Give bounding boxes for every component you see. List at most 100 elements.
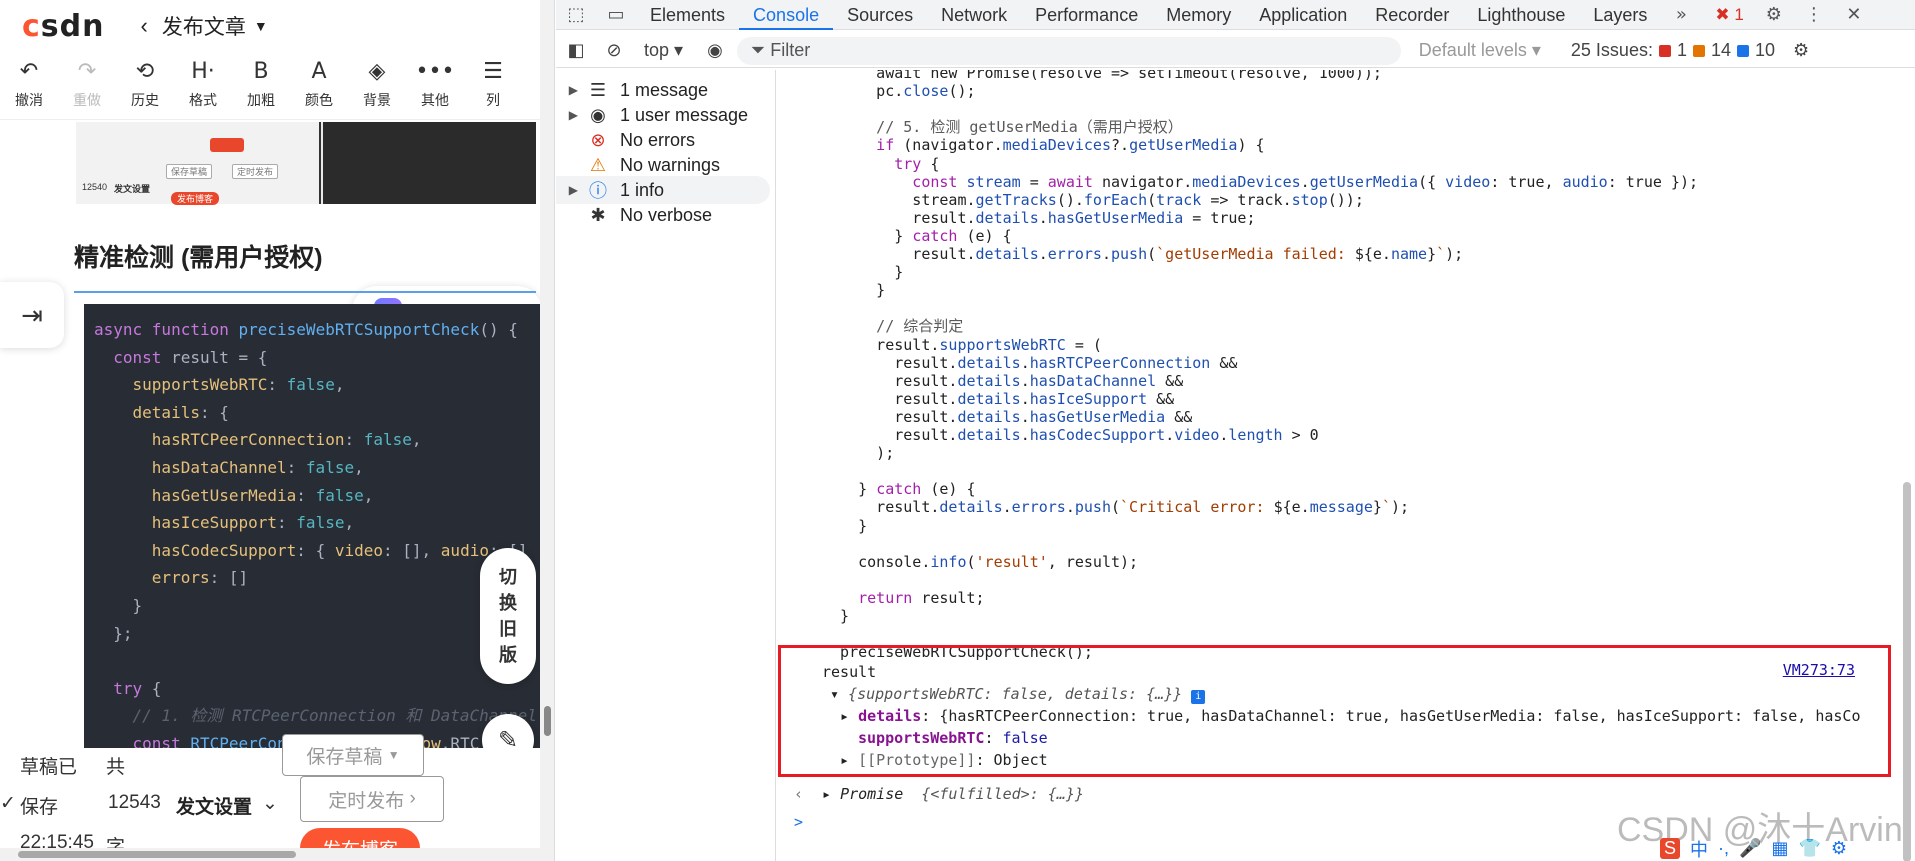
prototype-property[interactable]: ▸ [[Prototype]]: Object <box>840 751 1048 769</box>
console-scrollbar[interactable] <box>1899 70 1915 861</box>
console-settings-icon[interactable]: ⚙ <box>1793 40 1809 61</box>
ime-icon[interactable]: S <box>1660 838 1681 859</box>
object-summary[interactable]: ▾ {supportsWebRTC: false, details: {…}} … <box>830 685 1206 704</box>
ime-icon[interactable]: 👕 <box>1798 838 1820 859</box>
caret-down-icon[interactable]: ▼ <box>254 18 268 34</box>
kebab-menu-icon[interactable]: ⋮ <box>1794 4 1834 25</box>
bold-button[interactable]: B 加粗 <box>232 58 290 110</box>
save-draft-button[interactable]: 保存草稿 ▼ <box>282 734 424 776</box>
schedule-publish-button[interactable]: 定时发布 › <box>300 776 444 822</box>
code-token: navigator. <box>1101 172 1193 191</box>
code-token: : [] <box>209 568 249 588</box>
format-button[interactable]: H· 格式 <box>174 58 232 110</box>
code-token: hasDataChannel <box>1029 371 1157 390</box>
code-token: hasIceSupport <box>151 513 278 533</box>
code-token: track <box>1156 190 1202 209</box>
code-token: && <box>1210 353 1238 372</box>
tab-sources[interactable]: Sources <box>833 0 927 30</box>
tab-lighthouse[interactable]: Lighthouse <box>1463 0 1579 30</box>
code-token: result. <box>822 353 958 372</box>
clear-console-icon[interactable]: ⊘ <box>596 40 632 61</box>
device-toolbar-icon[interactable]: ▭ <box>596 4 636 25</box>
console-prompt[interactable]: > <box>794 813 803 831</box>
switch-old-char: 换 <box>499 593 517 613</box>
tab-performance[interactable]: Performance <box>1021 0 1152 30</box>
chevron-down-icon[interactable]: ⌄ <box>262 792 278 815</box>
sidebar-item-info[interactable]: ▶ ⓘ 1 info <box>556 176 770 204</box>
redo-button[interactable]: ↷ 重做 <box>58 58 116 110</box>
list-icon: ☰ <box>483 59 503 84</box>
ime-icon[interactable]: ▦ <box>1771 838 1788 859</box>
filter-input[interactable]: ⏷ Filter <box>736 36 1401 65</box>
context-selector[interactable]: top ▾ <box>644 40 683 61</box>
close-icon[interactable]: ✕ <box>1834 4 1874 25</box>
source-line: // 综合判定 <box>822 317 963 335</box>
sidebar-toggle-icon[interactable]: ◧ <box>556 40 596 61</box>
mini-schedule: 定时发布 <box>232 164 279 179</box>
sidebar-toggle-icon[interactable]: ⇥ <box>0 282 64 348</box>
issue-warning-icon <box>1692 44 1705 57</box>
code-token: catch <box>876 480 931 499</box>
tab-network[interactable]: Network <box>927 0 1021 30</box>
code-token: result; <box>921 588 985 607</box>
code-token: ); <box>1445 245 1464 263</box>
list-button[interactable]: ☰ 列 <box>464 58 522 110</box>
undo-button[interactable]: ↶ 撤消 <box>0 58 58 110</box>
code-token: => track. <box>1201 190 1292 209</box>
more-button[interactable]: ••• 其他 <box>406 58 464 110</box>
vertical-scrollbar[interactable] <box>540 0 554 861</box>
code-token: , result); <box>1047 552 1139 571</box>
issues-counter[interactable]: 25 Issues: 1 14 10 <box>1571 40 1775 61</box>
sidebar-item-warning[interactable]: ⚠ No warnings <box>556 151 770 179</box>
color-button[interactable]: A 颜色 <box>290 58 348 110</box>
background-button[interactable]: ◈ 背景 <box>348 58 406 110</box>
sidebar-item-bug[interactable]: ✱ No verbose <box>556 201 770 229</box>
format-label: 格式 <box>189 92 217 108</box>
ime-icon[interactable]: 🎤 <box>1739 838 1761 859</box>
console-output[interactable]: await new Promise(resolve => setTimeout(… <box>778 70 1915 861</box>
source-link[interactable]: VM273:73 <box>1783 661 1855 679</box>
sidebar-item-list[interactable]: ▶ ☰ 1 message <box>556 76 770 104</box>
tab-console[interactable]: Console <box>739 0 834 30</box>
total-label: 共 <box>106 757 126 778</box>
csdn-logo[interactable]: csdn <box>22 9 105 44</box>
ime-icon[interactable]: ⚙ <box>1831 838 1847 859</box>
post-settings-button[interactable]: 发文设置 <box>176 792 252 819</box>
sidebar-item-user[interactable]: ▶ ◉ 1 user message <box>556 101 770 129</box>
collapsed-triangle-icon: ▸ <box>840 751 859 769</box>
tab-layers[interactable]: Layers <box>1579 0 1661 30</box>
log-levels-dropdown[interactable]: Default levels ▾ <box>1419 40 1541 61</box>
code-token: }; <box>94 623 133 643</box>
history-button[interactable]: ⟲ 历史 <box>116 58 174 110</box>
code-token: . <box>1020 426 1030 444</box>
code-token: && <box>1156 371 1184 390</box>
more-tabs-icon[interactable]: » <box>1661 4 1701 25</box>
settings-gear-icon[interactable]: ⚙ <box>1754 4 1794 25</box>
switch-old-version-button[interactable]: 切换旧版 <box>480 548 536 684</box>
code-block[interactable]: async function preciseWebRTCSupportCheck… <box>84 304 540 754</box>
tab-memory[interactable]: Memory <box>1152 0 1245 30</box>
code-token: . <box>1020 389 1030 408</box>
error-badge[interactable]: ✖ 1 <box>1715 5 1743 25</box>
chevron-left-icon[interactable]: ‹ <box>141 13 148 39</box>
promise-result[interactable]: ▸ Promise {<fulfilled>: {…}} <box>822 785 1084 803</box>
details-property[interactable]: ▸ details: {hasRTCPeerConnection: true, … <box>840 707 1860 725</box>
tab-recorder[interactable]: Recorder <box>1361 0 1463 30</box>
inspect-element-icon[interactable]: ⬚ <box>556 4 596 25</box>
tab-elements[interactable]: Elements <box>636 0 739 30</box>
code-token: details <box>132 402 200 422</box>
horizontal-scrollbar[interactable] <box>0 848 540 861</box>
ime-icon[interactable]: ·, <box>1718 838 1729 859</box>
code-token: video <box>1445 172 1491 191</box>
code-token: details <box>939 498 1003 517</box>
ime-icon[interactable]: 中 <box>1690 836 1708 861</box>
editor-content[interactable]: 12540 发文设置 保存草稿 定时发布 发布博客 ⇥ 创作助手 精准检测 (需… <box>0 122 540 754</box>
code-token: hasRTCPeerConnection <box>1029 353 1211 372</box>
code-token: ${e. <box>1354 245 1391 263</box>
code-token: async <box>94 320 152 339</box>
sidebar-item-error[interactable]: ⊗ No errors <box>556 126 770 154</box>
eye-icon[interactable]: ◉ <box>707 40 723 61</box>
expand-triangle-icon: ▾ <box>830 685 849 703</box>
tab-application[interactable]: Application <box>1245 0 1361 30</box>
